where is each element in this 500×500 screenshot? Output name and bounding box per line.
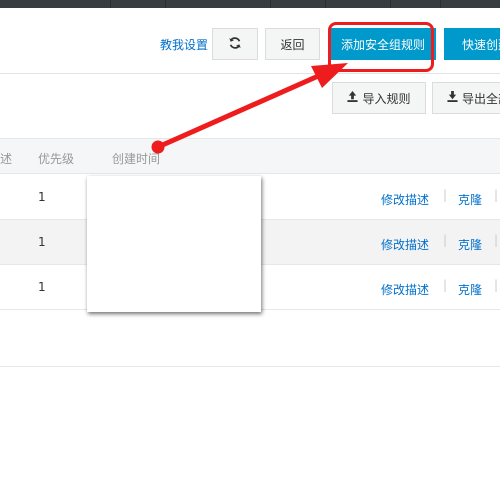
arrow-origin-dot [151, 140, 165, 154]
arrow-head [311, 63, 348, 88]
annotation-arrow [151, 63, 348, 154]
arrow-shaft [155, 74, 319, 150]
